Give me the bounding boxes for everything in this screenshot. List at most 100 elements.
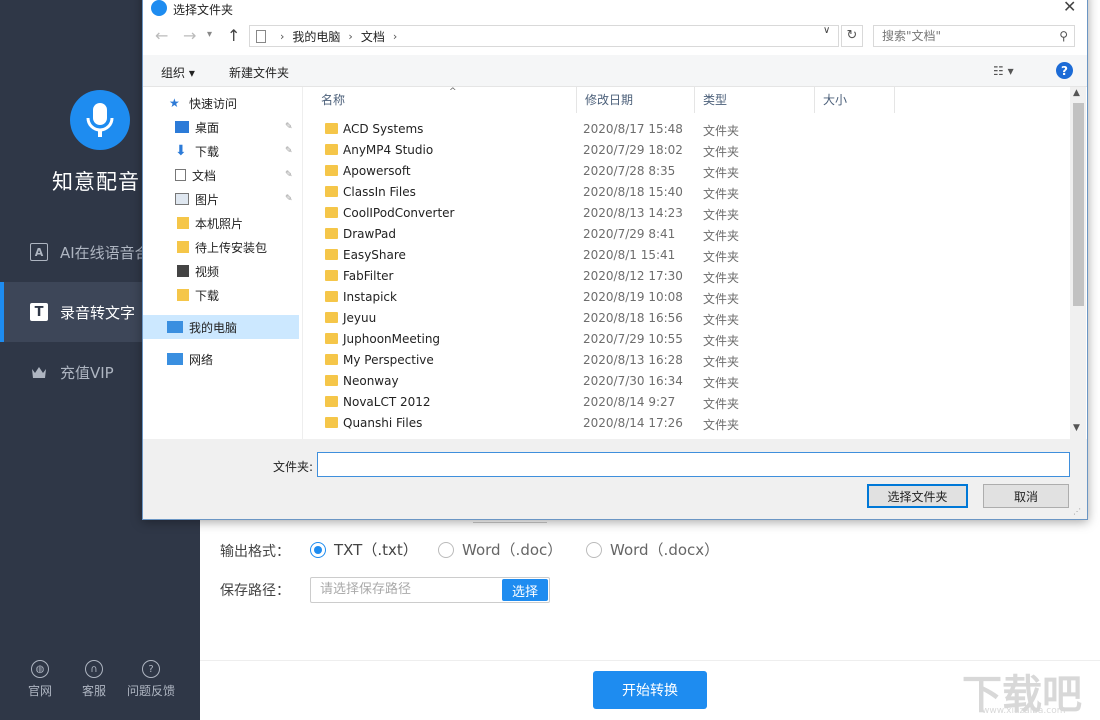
new-folder-button[interactable]: 新建文件夹	[229, 64, 289, 81]
column-date[interactable]: 修改日期	[577, 87, 695, 113]
file-row[interactable]: DrawPad 2020/7/29 8:41 文件夹	[303, 224, 1073, 245]
footer-website[interactable]: ◍ 官网	[28, 660, 52, 699]
vertical-scrollbar[interactable]: ▲ ▼	[1070, 87, 1086, 439]
file-name: AnyMP4 Studio	[343, 143, 434, 157]
recent-dropdown-icon[interactable]: ▾	[207, 29, 212, 40]
radio-label: Word（.doc）	[462, 541, 563, 559]
nav-desktop[interactable]: 桌面 ✎	[143, 115, 302, 139]
file-row[interactable]: My Perspective 2020/8/13 16:28 文件夹	[303, 350, 1073, 371]
picture-icon	[175, 193, 189, 205]
file-name: Apowersoft	[343, 164, 411, 178]
search-input[interactable]: 搜索"文档" ⚲	[873, 25, 1075, 47]
footer-support[interactable]: ∩ 客服	[82, 660, 106, 699]
forward-arrow-icon[interactable]: →	[183, 26, 196, 45]
computer-icon	[256, 29, 266, 43]
file-row[interactable]: ACD Systems 2020/8/17 15:48 文件夹	[303, 119, 1073, 140]
close-icon[interactable]: ✕	[1063, 0, 1076, 16]
up-arrow-icon[interactable]: ↑	[227, 26, 240, 45]
folder-icon	[177, 241, 189, 253]
file-name: CoolIPodConverter	[343, 206, 455, 220]
folder-label: 文件夹:	[273, 460, 314, 474]
nav-label: 录音转文字	[60, 303, 136, 322]
column-type[interactable]: 类型	[695, 87, 815, 113]
file-row[interactable]: EasyShare 2020/8/1 15:41 文件夹	[303, 245, 1073, 266]
resize-grip-icon[interactable]: ⋰	[1073, 507, 1081, 516]
nav-label: 我的电脑	[189, 320, 238, 335]
file-row[interactable]: Quanshi Files 2020/8/14 17:26 文件夹	[303, 413, 1073, 434]
file-type: 文件夹	[703, 418, 740, 432]
file-type: 文件夹	[703, 124, 740, 138]
folder-input[interactable]	[317, 452, 1070, 477]
scroll-up-icon[interactable]: ▲	[1073, 88, 1080, 98]
file-date: 2020/7/29 8:41	[583, 227, 676, 241]
choose-path-button[interactable]: 选择	[502, 579, 548, 601]
scroll-thumb[interactable]	[1073, 103, 1084, 306]
nav-label: 图片	[195, 192, 220, 207]
file-row[interactable]: FabFilter 2020/8/12 17:30 文件夹	[303, 266, 1073, 287]
cancel-button[interactable]: 取消	[983, 484, 1069, 508]
nav-quick-access[interactable]: ★ 快速访问	[143, 91, 302, 115]
address-row: ← → ▾ ↑ › 我的电脑 › 文档 › ∨ ↻ 搜索"文档" ⚲	[143, 19, 1087, 55]
start-convert-button[interactable]: 开始转换	[593, 671, 707, 709]
file-type: 文件夹	[703, 313, 740, 327]
footer-label: 问题反馈	[127, 684, 176, 698]
globe-icon: ◍	[31, 660, 49, 678]
file-name: Neonway	[343, 374, 399, 388]
nav-label: AI在线语音合	[60, 243, 150, 262]
nav-downloads[interactable]: ⬇ 下载 ✎	[143, 139, 302, 163]
file-row[interactable]: AnyMP4 Studio 2020/7/29 18:02 文件夹	[303, 140, 1073, 161]
save-path-label: 保存路径：	[220, 583, 290, 599]
nav-downloads-folder[interactable]: 下载	[143, 283, 302, 307]
refresh-icon[interactable]: ↻	[841, 25, 863, 47]
file-list: 名称 ^ 修改日期 类型 大小 ACD Systems 2020/8/17 15:…	[302, 87, 1087, 439]
folder-icon	[325, 186, 338, 197]
radio-dot	[438, 541, 454, 558]
folder-icon	[325, 354, 338, 365]
file-row[interactable]: JuphoonMeeting 2020/7/29 10:55 文件夹	[303, 329, 1073, 350]
back-arrow-icon[interactable]: ←	[155, 26, 168, 45]
chevron-right-icon: ›	[348, 29, 353, 43]
nav-network[interactable]: 网络	[143, 347, 302, 371]
nav-documents[interactable]: 文档 ✎	[143, 163, 302, 187]
address-bar[interactable]: › 我的电脑 › 文档 ›	[249, 25, 839, 47]
nav-label: 下载	[195, 144, 220, 159]
folder-icon	[325, 396, 338, 407]
breadcrumb-documents[interactable]: 文档	[361, 28, 385, 45]
file-name: ClassIn Files	[343, 185, 416, 199]
file-date: 2020/8/19 10:08	[583, 290, 683, 304]
file-row[interactable]: Instapick 2020/8/19 10:08 文件夹	[303, 287, 1073, 308]
nav-pictures[interactable]: 图片 ✎	[143, 187, 302, 211]
file-row[interactable]: CoolIPodConverter 2020/8/13 14:23 文件夹	[303, 203, 1073, 224]
column-name[interactable]: 名称 ^	[313, 87, 577, 113]
scroll-down-icon[interactable]: ▼	[1073, 423, 1080, 433]
chevron-down-icon[interactable]: ∨	[823, 25, 830, 36]
file-row[interactable]: Jeyuu 2020/8/18 16:56 文件夹	[303, 308, 1073, 329]
watermark: 下载吧 www.xiazaiba.com	[962, 662, 1098, 718]
select-folder-button[interactable]: 选择文件夹	[867, 484, 968, 508]
radio-doc[interactable]: Word（.doc）	[438, 539, 562, 560]
view-options-icon[interactable]: ☷ ▾	[993, 64, 1014, 78]
network-icon	[167, 353, 183, 365]
file-row[interactable]: NovaLCT 2012 2020/8/14 9:27 文件夹	[303, 392, 1073, 413]
radio-txt[interactable]: TXT（.txt）	[310, 539, 418, 560]
nav-videos[interactable]: 视频	[143, 259, 302, 283]
file-date: 2020/8/13 14:23	[583, 206, 683, 220]
nav-local-photos[interactable]: 本机照片	[143, 211, 302, 235]
organize-button[interactable]: 组织 ▾	[161, 64, 195, 81]
dialog-titlebar: 选择文件夹 ✕	[143, 0, 1087, 19]
sort-up-icon: ^	[449, 87, 457, 97]
footer-feedback[interactable]: ? 问题反馈	[127, 660, 175, 699]
file-row[interactable]: Apowersoft 2020/7/28 8:35 文件夹	[303, 161, 1073, 182]
video-icon	[177, 265, 189, 277]
file-type: 文件夹	[703, 145, 740, 159]
breadcrumb-my-computer[interactable]: 我的电脑	[292, 28, 340, 45]
folder-icon	[177, 289, 189, 301]
help-icon[interactable]: ?	[1056, 62, 1073, 79]
column-size[interactable]: 大小	[815, 87, 895, 113]
nav-label: 本机照片	[195, 216, 244, 231]
nav-pending-packages[interactable]: 待上传安装包	[143, 235, 302, 259]
file-row[interactable]: ClassIn Files 2020/8/18 15:40 文件夹	[303, 182, 1073, 203]
radio-docx[interactable]: Word（.docx）	[586, 539, 719, 560]
file-row[interactable]: Neonway 2020/7/30 16:34 文件夹	[303, 371, 1073, 392]
nav-my-computer[interactable]: 我的电脑	[143, 315, 299, 339]
